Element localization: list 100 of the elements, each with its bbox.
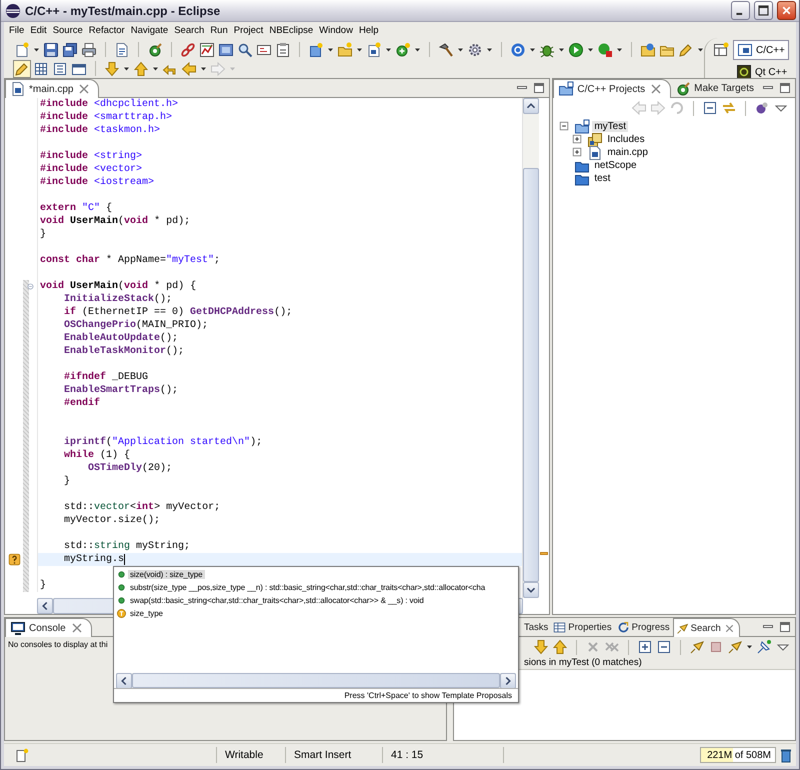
- completion-item[interactable]: size(void) : size_type: [128, 570, 204, 579]
- hammer-icon[interactable]: [438, 42, 454, 58]
- completion-item[interactable]: substr(size_type __pos,size_type __n) : std::basic_string<char,std::char_traits<char>,std::allocator<cha: [128, 583, 488, 592]
- popup-hint: Press 'Ctrl+Space' to show Template Proposals: [344, 691, 512, 700]
- menu-item[interactable]: Search: [171, 24, 208, 36]
- menu-item[interactable]: File: [6, 24, 28, 36]
- type-icon: [116, 608, 127, 619]
- fast-view-icon[interactable]: [14, 747, 30, 763]
- close-button[interactable]: [777, 1, 796, 20]
- clipboard-icon[interactable]: [275, 42, 291, 58]
- maximize-button[interactable]: [754, 1, 773, 20]
- code-line: #include <iostream>: [40, 177, 154, 188]
- tree-item[interactable]: main.cpp: [605, 147, 650, 158]
- code-line: InitializeStack();: [63, 294, 172, 305]
- menu-item[interactable]: Refactor: [86, 24, 128, 36]
- maximize-icon[interactable]: [777, 80, 793, 96]
- pin-icon[interactable]: [756, 639, 772, 655]
- view-tab[interactable]: C/C++ Projects: [553, 79, 672, 98]
- maximize-icon[interactable]: [777, 619, 793, 635]
- warning-marker[interactable]: [540, 552, 548, 555]
- print-icon[interactable]: [81, 42, 97, 58]
- collapse-all-icon[interactable]: [702, 100, 718, 116]
- code-line: iprintf("Application started\n");: [63, 437, 262, 448]
- vertical-scrollbar[interactable]: [522, 98, 540, 598]
- completion-item[interactable]: swap(std::basic_string<char,std::char_traits<char>,std::allocator<char>> & __s) : void: [128, 596, 426, 605]
- new-class-icon[interactable]: [308, 42, 324, 58]
- collapse-all-icon[interactable]: [656, 639, 672, 655]
- perspective-button[interactable]: C/C++: [733, 40, 789, 60]
- highlight-icon[interactable]: [14, 60, 30, 76]
- grid-icon[interactable]: [33, 60, 49, 76]
- flashlight-icon[interactable]: [689, 639, 705, 655]
- document-icon[interactable]: [114, 42, 130, 58]
- lines-icon[interactable]: [52, 60, 68, 76]
- save-icon[interactable]: [43, 42, 59, 58]
- next-match-icon[interactable]: [533, 639, 549, 655]
- box-icon: [736, 64, 752, 80]
- chart-icon[interactable]: [199, 42, 215, 58]
- code-line: while (1) {: [63, 450, 130, 461]
- status-mode: Writable: [216, 747, 285, 763]
- menu-item[interactable]: Project: [230, 24, 266, 36]
- code-line: #include <string>: [40, 151, 142, 162]
- completion-item[interactable]: size_type: [128, 609, 165, 618]
- globe-folder-icon[interactable]: [640, 42, 656, 58]
- menu-item[interactable]: Edit: [27, 24, 50, 36]
- heap-text: 221M of 508M: [707, 750, 771, 761]
- menu-item[interactable]: Window: [316, 24, 356, 36]
- link-icon[interactable]: [180, 42, 196, 58]
- view-tab[interactable]: Properties: [551, 619, 615, 636]
- expand-all-icon[interactable]: [637, 639, 653, 655]
- run-icon[interactable]: [568, 42, 584, 58]
- tree-item[interactable]: netScope: [592, 160, 639, 171]
- target-icon: [675, 80, 692, 96]
- stop-icon[interactable]: [708, 639, 724, 655]
- maximize-icon[interactable]: [757, 4, 770, 17]
- code-line: const char * AppName="myTest";: [40, 255, 220, 266]
- view-tab[interactable]: Search: [672, 618, 740, 637]
- menu-item[interactable]: Run: [207, 24, 231, 36]
- menu-item[interactable]: Help: [356, 24, 382, 36]
- target-icon[interactable]: [147, 42, 163, 58]
- save-all-icon[interactable]: [62, 42, 78, 58]
- new-file-icon[interactable]: [14, 42, 30, 58]
- code-line: if (EthernetIP == 0) GetDHCPAddress();: [63, 307, 292, 318]
- menu-item[interactable]: Source: [50, 24, 86, 36]
- flashlight-icon: [676, 622, 689, 634]
- source-file-icon: [10, 81, 26, 97]
- filter-icon[interactable]: [754, 100, 770, 116]
- minimize-button[interactable]: [731, 1, 750, 20]
- image-icon[interactable]: [218, 42, 234, 58]
- tree-item[interactable]: Includes: [605, 134, 647, 145]
- method-icon: [116, 595, 127, 606]
- editor-tab[interactable]: *main.cpp: [5, 79, 100, 98]
- window-icon: [737, 42, 753, 58]
- add-icon[interactable]: [395, 42, 411, 58]
- search-icon[interactable]: [237, 42, 253, 58]
- tree-item[interactable]: test: [592, 173, 612, 184]
- table-icon: [553, 621, 566, 634]
- scroll-thumb[interactable]: [523, 168, 540, 582]
- gear-icon[interactable]: [467, 42, 483, 58]
- code-line: extern "C" {: [40, 203, 112, 214]
- progress-icon: [616, 621, 630, 634]
- previous-match-icon[interactable]: [552, 639, 568, 655]
- code-line: #include <taskmon.h>: [40, 125, 160, 136]
- menu-item[interactable]: Navigate: [128, 24, 172, 36]
- code-line: OSTimeDly(20);: [87, 463, 172, 474]
- view-tab[interactable]: Console: [5, 618, 92, 637]
- close-icon[interactable]: [780, 4, 793, 17]
- open-perspective-icon[interactable]: [713, 42, 729, 58]
- pencil-icon[interactable]: [678, 42, 694, 58]
- code-line: }: [40, 229, 46, 240]
- tree-item[interactable]: myTest: [592, 121, 628, 132]
- project-folder-icon: [558, 81, 574, 97]
- view-tab[interactable]: Progress: [614, 619, 673, 636]
- trash-icon[interactable]: [778, 747, 794, 763]
- collapse-icon[interactable]: [26, 282, 35, 291]
- view-tab[interactable]: Make Targets: [671, 80, 760, 97]
- new-source-file-icon[interactable]: [366, 42, 382, 58]
- window-title: C/C++ - myTest/main.cpp - Eclipse: [25, 4, 222, 18]
- external-run-icon[interactable]: [597, 42, 613, 58]
- view-tab[interactable]: Tasks: [522, 619, 552, 636]
- menu-item[interactable]: NBEclipse: [266, 24, 316, 36]
